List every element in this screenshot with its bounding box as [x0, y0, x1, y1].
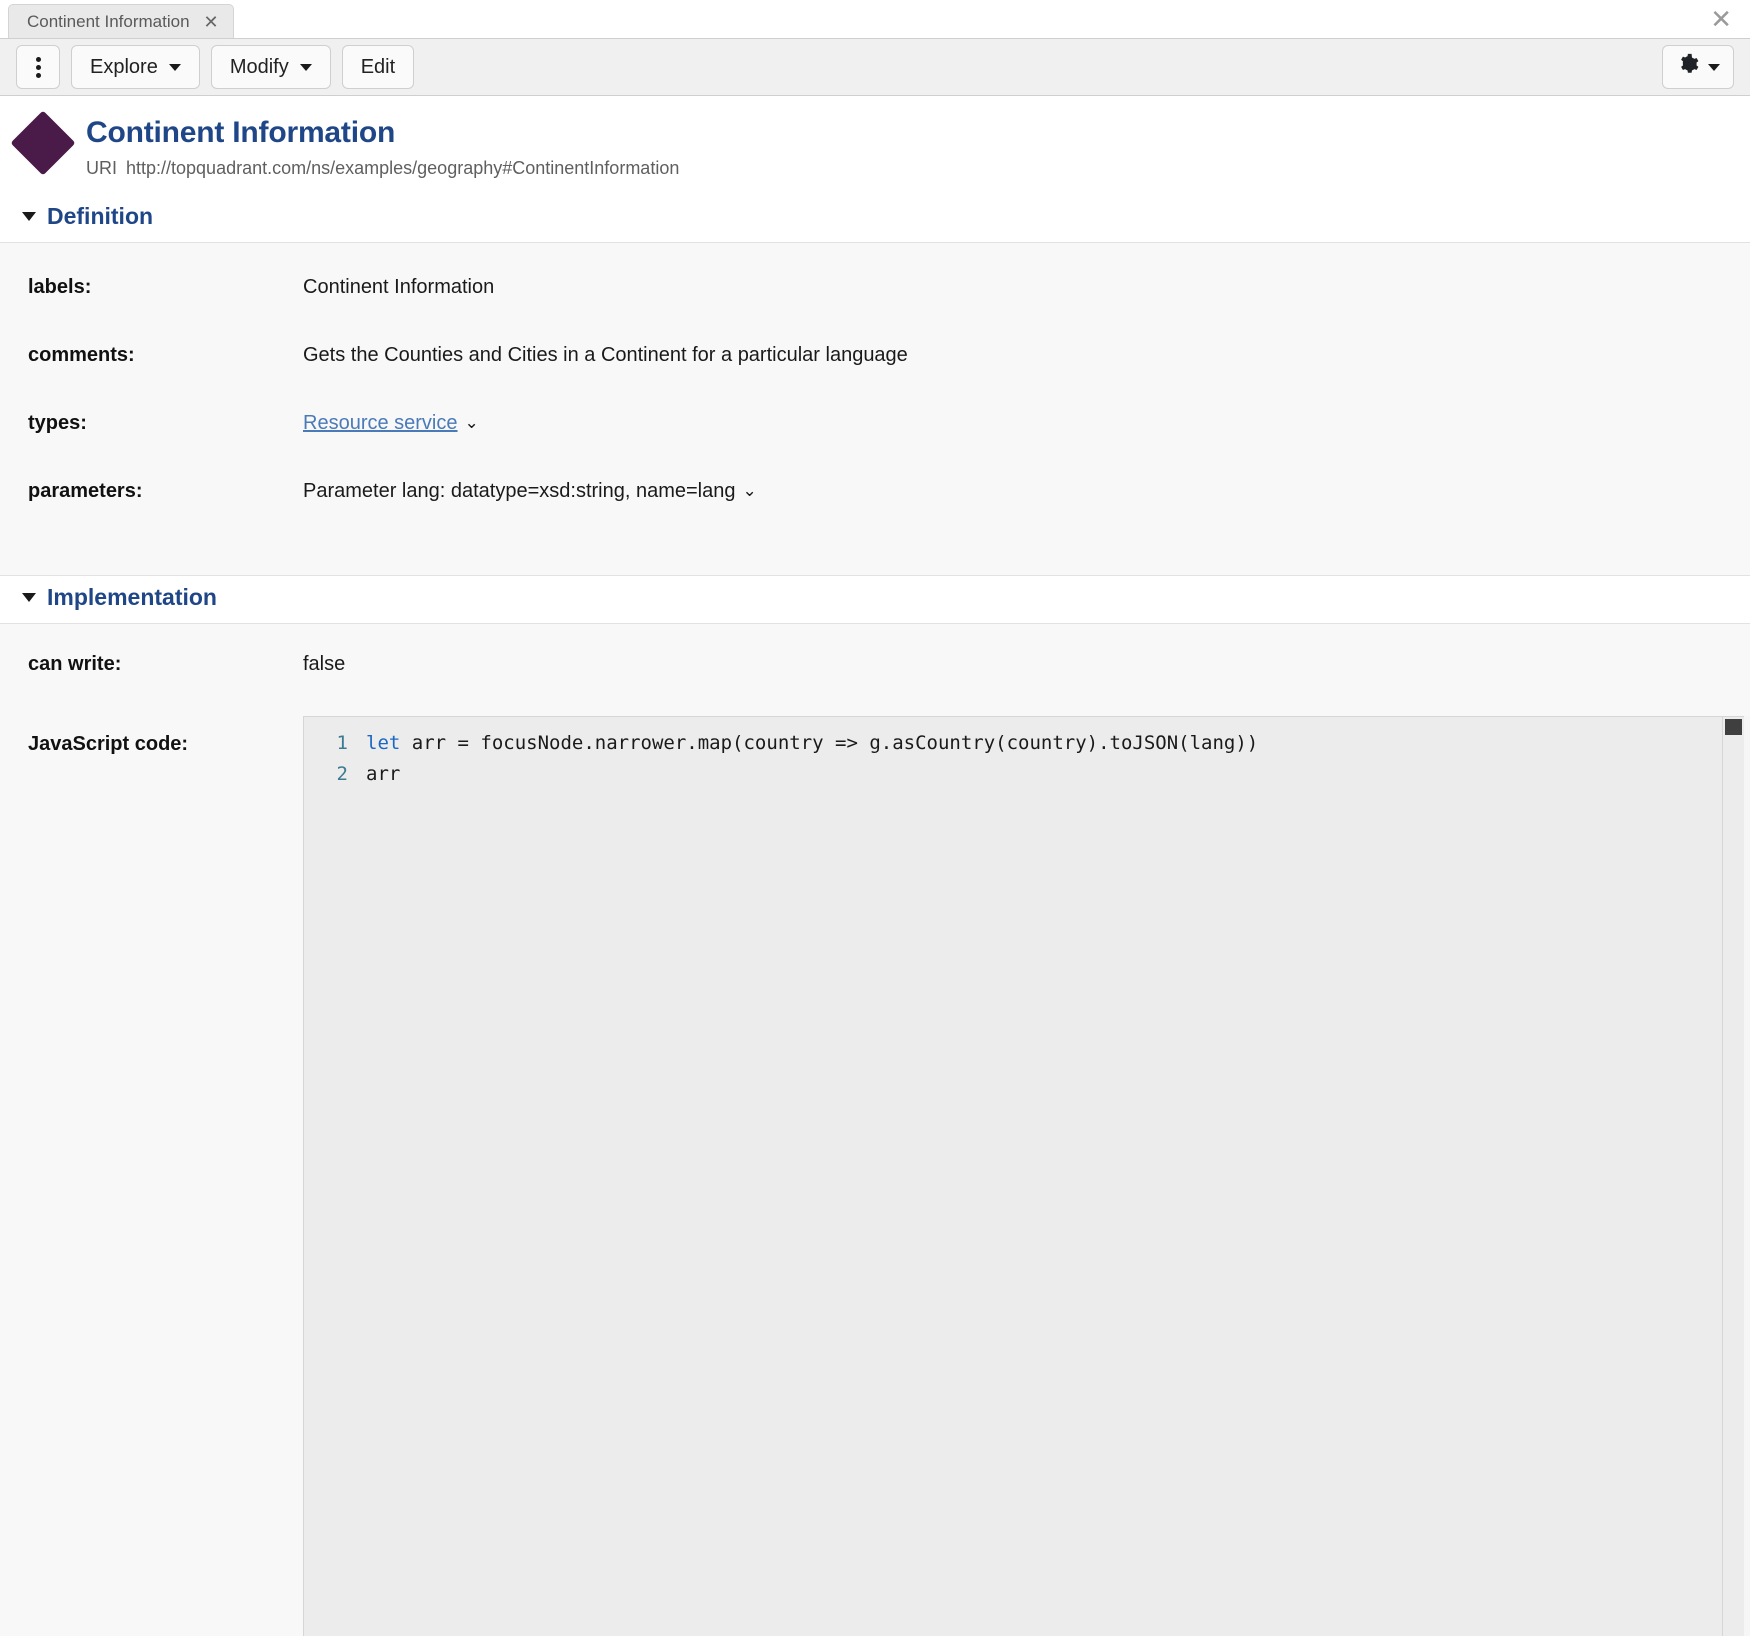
uri-value: http://topquadrant.com/ns/examples/geogr…: [126, 158, 679, 179]
property-value: Gets the Counties and Cities in a Contin…: [303, 343, 1750, 368]
implementation-rows: can write: false JavaScript code: 1 2 le…: [0, 624, 1750, 1636]
definition-section-title: Definition: [47, 203, 153, 230]
uri-line: URI http://topquadrant.com/ns/examples/g…: [86, 158, 679, 179]
tab-strip: Continent Information ✕ ✕: [0, 0, 1750, 38]
line-number: 2: [304, 759, 348, 790]
code-line: let arr = focusNode.narrower.map(country…: [366, 728, 1722, 759]
code-editor[interactable]: 1 2 let arr = focusNode.narrower.map(cou…: [303, 716, 1744, 1636]
resource-service-link[interactable]: Resource service: [303, 412, 458, 434]
definition-section-header[interactable]: Definition: [0, 195, 1750, 242]
property-row-javascript-code: JavaScript code: 1 2 let arr = focusNode…: [0, 702, 1750, 1636]
modify-button[interactable]: Modify: [211, 45, 331, 89]
property-row-can-write: can write: false: [0, 638, 1750, 702]
diamond-icon: [10, 110, 75, 175]
code-text-area[interactable]: let arr = focusNode.narrower.map(country…: [360, 717, 1722, 1636]
line-number: 1: [304, 728, 348, 759]
explore-button[interactable]: Explore: [71, 45, 200, 89]
implementation-section-header[interactable]: Implementation: [0, 576, 1750, 623]
edit-label: Edit: [361, 56, 395, 79]
window-close-icon[interactable]: ✕: [1710, 6, 1732, 32]
property-label: parameters:: [0, 479, 303, 504]
editor-vertical-scrollbar[interactable]: [1722, 717, 1744, 1636]
modify-label: Modify: [230, 56, 289, 79]
code-text: arr: [366, 763, 400, 785]
more-options-button[interactable]: [16, 45, 60, 89]
property-label: labels:: [0, 275, 303, 300]
code-line: arr: [366, 759, 1722, 790]
toolbar: Explore Modify Edit: [0, 38, 1750, 96]
parameter-text: Parameter lang: datatype=xsd:string, nam…: [303, 480, 735, 502]
settings-button[interactable]: [1662, 45, 1734, 89]
property-label: can write:: [0, 652, 303, 677]
line-number-gutter: 1 2: [304, 717, 360, 1636]
property-value: Resource service ⌄: [303, 411, 1750, 436]
kebab-menu-icon: [36, 57, 41, 78]
chevron-down-icon: [169, 64, 181, 71]
resource-icon-wrap: [0, 114, 86, 166]
property-row-types: types: Resource service ⌄: [0, 397, 1750, 465]
chevron-down-icon: [1708, 64, 1720, 71]
code-text: arr = focusNode.narrower.map(country => …: [400, 732, 1258, 754]
chevron-down-icon: [300, 64, 312, 71]
close-icon[interactable]: ✕: [204, 13, 219, 31]
property-value: false: [303, 652, 1750, 677]
property-value: Parameter lang: datatype=xsd:string, nam…: [303, 479, 1750, 504]
property-label: types:: [0, 411, 303, 436]
uri-label: URI: [86, 158, 117, 179]
tab-label: Continent Information: [27, 12, 190, 32]
property-label: comments:: [0, 343, 303, 368]
chevron-down-icon[interactable]: [22, 593, 36, 602]
page-header-text: Continent Information URI http://topquad…: [86, 114, 679, 179]
property-value: Continent Information: [303, 275, 1750, 300]
editor-right-margin: [1744, 716, 1750, 1636]
property-row-parameters: parameters: Parameter lang: datatype=xsd…: [0, 465, 1750, 533]
scrollbar-thumb[interactable]: [1725, 719, 1742, 735]
property-label: JavaScript code:: [0, 716, 303, 1636]
definition-panel: labels: Continent Information comments: …: [0, 242, 1750, 576]
code-keyword: let: [366, 732, 400, 754]
gear-icon: [1677, 53, 1699, 81]
page-header: Continent Information URI http://topquad…: [0, 96, 1750, 195]
application-window: Continent Information ✕ ✕ Explore Modify…: [0, 0, 1750, 1636]
chevron-down-icon[interactable]: ⌄: [465, 412, 479, 433]
chevron-down-icon[interactable]: [22, 212, 36, 221]
implementation-section-title: Implementation: [47, 584, 217, 611]
explore-label: Explore: [90, 56, 158, 79]
chevron-down-icon[interactable]: ⌄: [742, 480, 756, 501]
edit-button[interactable]: Edit: [342, 45, 414, 89]
tab-continent-information[interactable]: Continent Information ✕: [8, 4, 234, 38]
property-row-labels: labels: Continent Information: [0, 261, 1750, 329]
implementation-panel: can write: false JavaScript code: 1 2 le…: [0, 623, 1750, 1636]
property-row-comments: comments: Gets the Counties and Cities i…: [0, 329, 1750, 397]
page-title: Continent Information: [86, 116, 679, 151]
